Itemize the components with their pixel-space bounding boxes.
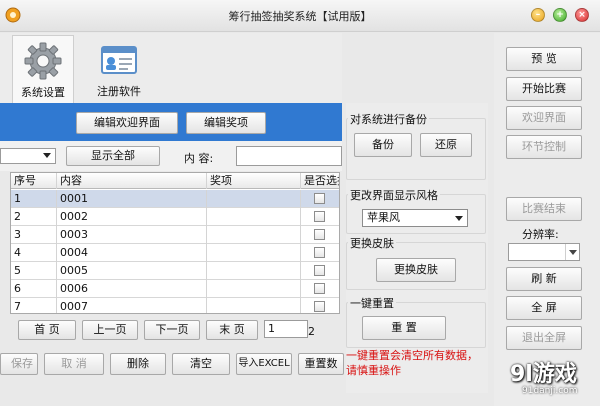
content-label: 内 容:	[184, 152, 214, 165]
content-input[interactable]	[236, 146, 342, 166]
tab-system-settings-label: 系统设置	[21, 86, 65, 99]
cell-index: 5	[11, 262, 57, 280]
gear-icon	[24, 42, 62, 80]
minimize-button[interactable]: –	[531, 8, 545, 22]
select-checkbox[interactable]	[314, 247, 325, 258]
cell-index: 3	[11, 226, 57, 244]
cell-content: 0004	[57, 244, 207, 262]
cell-prize	[207, 280, 301, 298]
table-row[interactable]: 6 0006	[11, 280, 339, 298]
select-checkbox[interactable]	[314, 301, 325, 312]
first-page-button[interactable]: 首 页	[18, 320, 76, 340]
select-checkbox[interactable]	[314, 283, 325, 294]
refresh-button[interactable]: 刷 新	[506, 267, 582, 291]
chevron-down-icon	[455, 216, 463, 221]
style-title: 更改界面显示风格	[348, 187, 440, 203]
tab-register[interactable]: 注册软件	[88, 35, 150, 103]
select-checkbox[interactable]	[314, 193, 325, 204]
cell-prize	[207, 298, 301, 313]
table-row[interactable]: 1 0001	[11, 190, 339, 208]
column-header-selected[interactable]: 是否选择	[301, 173, 339, 189]
cell-content: 0005	[57, 262, 207, 280]
tab-system-settings[interactable]: 系统设置	[12, 35, 74, 103]
restore-button[interactable]: 还原	[420, 133, 472, 157]
cell-prize	[207, 226, 301, 244]
filter-combo[interactable]	[0, 148, 56, 164]
table-header: 序号 内容 奖项 是否选择	[11, 173, 339, 189]
cell-index: 1	[11, 190, 57, 208]
site-watermark: 9l游戏 91danji.com	[486, 356, 598, 404]
last-page-button[interactable]: 末 页	[206, 320, 258, 340]
show-all-button[interactable]: 显示全部	[66, 146, 160, 166]
delete-button[interactable]: 删除	[110, 353, 166, 375]
cell-prize	[207, 244, 301, 262]
cell-index: 2	[11, 208, 57, 226]
cell-content: 0002	[57, 208, 207, 226]
cell-prize	[207, 190, 301, 208]
backup-title: 对系统进行备份	[348, 111, 429, 127]
cell-prize	[207, 208, 301, 226]
cell-content: 0003	[57, 226, 207, 244]
cell-index: 4	[11, 244, 57, 262]
chevron-down-icon	[43, 153, 51, 158]
page-number-input[interactable]: 1	[264, 320, 308, 338]
cell-index: 7	[11, 298, 57, 313]
column-header-index[interactable]: 序号	[11, 173, 57, 189]
fullscreen-button[interactable]: 全 屏	[506, 296, 582, 320]
close-button[interactable]: ×	[575, 8, 589, 22]
table-row[interactable]: 7 0007	[11, 298, 339, 313]
next-page-button[interactable]: 下一页	[144, 320, 200, 340]
table-row[interactable]: 4 0004	[11, 244, 339, 262]
reset-data-button[interactable]: 重置数	[298, 353, 344, 375]
column-header-content[interactable]: 内容	[57, 173, 207, 189]
clear-button[interactable]: 清空	[172, 353, 230, 375]
resolution-select[interactable]	[508, 243, 580, 261]
select-checkbox[interactable]	[314, 265, 325, 276]
reset-button[interactable]: 重 置	[362, 316, 446, 340]
reset-title: 一键重置	[348, 295, 396, 311]
watermark-url: 91danji.com	[522, 386, 578, 396]
prev-page-button[interactable]: 上一页	[82, 320, 138, 340]
style-select[interactable]: 苹果风	[362, 209, 468, 227]
entries-table: 序号 内容 奖项 是否选择 1 0001 2 0002 3 0003 4 000…	[10, 172, 340, 314]
backup-button[interactable]: 备份	[354, 133, 412, 157]
cell-content: 0001	[57, 190, 207, 208]
import-excel-button[interactable]: 导入EXCEL	[236, 353, 292, 375]
preview-button[interactable]: 预 览	[506, 47, 582, 71]
edit-welcome-button[interactable]: 编辑欢迎界面	[76, 112, 178, 134]
cell-prize	[207, 262, 301, 280]
edit-prizes-button[interactable]: 编辑奖项	[186, 112, 266, 134]
tab-register-label: 注册软件	[97, 85, 141, 98]
maximize-button[interactable]: +	[553, 8, 567, 22]
resolution-label: 分辨率:	[522, 228, 559, 241]
chevron-down-icon	[565, 244, 579, 260]
window-title: 筹行抽签抽奖系统【试用版】	[228, 10, 372, 23]
save-button[interactable]: 保存	[0, 353, 38, 375]
change-skin-button[interactable]: 更换皮肤	[376, 258, 456, 282]
table-row[interactable]: 5 0005	[11, 262, 339, 280]
start-match-button[interactable]: 开始比赛	[506, 77, 582, 101]
style-select-value: 苹果风	[367, 211, 400, 224]
watermark-brand: 9l游戏	[510, 362, 577, 387]
stage-control-button[interactable]: 环节控制	[506, 135, 582, 159]
select-checkbox[interactable]	[314, 229, 325, 240]
select-checkbox[interactable]	[314, 211, 325, 222]
reset-warning: 一键重置会清空所有数据，请慎重操作	[346, 349, 478, 377]
cell-index: 6	[11, 280, 57, 298]
end-match-button[interactable]: 比赛结束	[506, 197, 582, 221]
table-row[interactable]: 2 0002	[11, 208, 339, 226]
skin-title: 更换皮肤	[348, 235, 396, 251]
id-card-icon	[101, 46, 137, 74]
column-header-prize[interactable]: 奖项	[207, 173, 301, 189]
cell-content: 0007	[57, 298, 207, 313]
total-pages: 2	[308, 325, 315, 338]
table-row[interactable]: 3 0003	[11, 226, 339, 244]
welcome-screen-button[interactable]: 欢迎界面	[506, 106, 582, 130]
exit-fullscreen-button[interactable]: 退出全屏	[506, 326, 582, 350]
cell-content: 0006	[57, 280, 207, 298]
cancel-button[interactable]: 取 消	[44, 353, 104, 375]
